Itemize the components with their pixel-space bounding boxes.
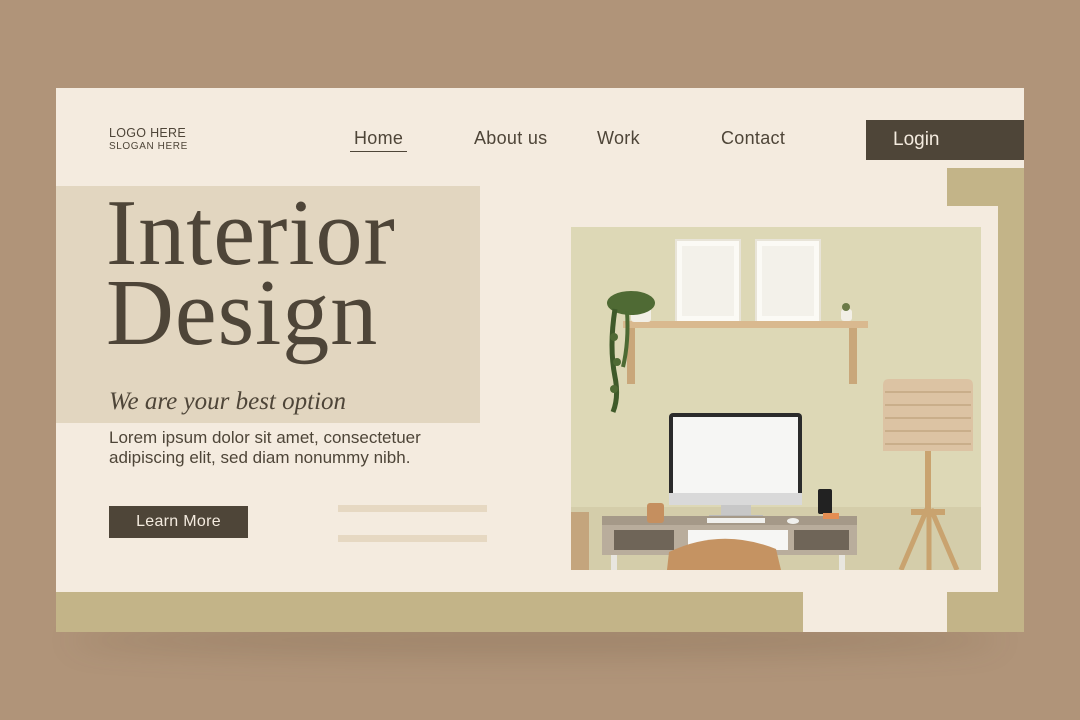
picture-frame	[675, 239, 741, 323]
learn-more-button[interactable]: Learn More	[109, 506, 248, 538]
monitor	[669, 413, 802, 519]
slogan-text: SLOGAN HERE	[109, 141, 188, 152]
nav-home[interactable]: Home	[350, 128, 408, 152]
nav-contact[interactable]: Contact	[721, 128, 785, 149]
decor-olive-bottom	[56, 592, 803, 632]
logo[interactable]: LOGO HERE SLOGAN HERE	[109, 126, 188, 152]
nav-work[interactable]: Work	[597, 128, 640, 149]
logo-text: LOGO HERE	[109, 126, 187, 140]
hero-tagline: We are your best option	[109, 388, 347, 415]
nav-about-us[interactable]: About us	[474, 128, 547, 149]
hero-title-line2: Design	[106, 261, 379, 365]
workspace-illustration	[571, 227, 981, 570]
login-button[interactable]: Login	[866, 120, 1024, 160]
hero-image	[571, 227, 981, 570]
hero-description: Lorem ipsum dolor sit amet, consectetuer…	[109, 428, 421, 467]
picture-frame	[755, 239, 821, 323]
decor-cream-corner	[803, 592, 947, 632]
decor-line	[338, 535, 487, 542]
hero-title: Interior Design	[106, 186, 396, 360]
landing-page-card: LOGO HERE SLOGAN HERE Home About us Work…	[56, 88, 1024, 632]
decor-line	[338, 505, 487, 512]
